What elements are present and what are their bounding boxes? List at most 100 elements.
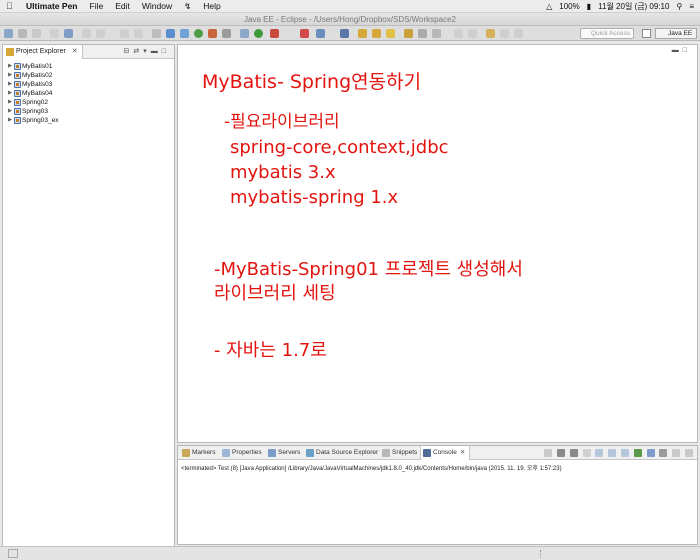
tab-snippets[interactable]: Snippets bbox=[380, 446, 417, 460]
explorer-view-controls: ⊟⇄▾▬□ bbox=[124, 45, 171, 59]
forward-icon[interactable] bbox=[134, 29, 143, 38]
redo-icon[interactable] bbox=[96, 29, 105, 38]
maximize-icon[interactable]: □ bbox=[162, 48, 170, 55]
expand-arrow-icon[interactable]: ▶ bbox=[8, 107, 12, 116]
wifi-icon[interactable]: △ bbox=[546, 2, 552, 11]
new-icon[interactable] bbox=[4, 29, 13, 38]
nav-forward-icon[interactable] bbox=[514, 29, 523, 38]
close-icon[interactable]: ✕ bbox=[460, 449, 465, 456]
project-item-mybatis01[interactable]: ▶ MyBatis01 bbox=[3, 62, 174, 71]
clock[interactable]: 11월 20일 (금) 09:10 bbox=[598, 1, 669, 12]
tab-console[interactable]: Console ✕ bbox=[420, 446, 471, 460]
battery-percent[interactable]: 100% bbox=[559, 2, 579, 11]
server-icon[interactable] bbox=[166, 29, 175, 38]
open-console-icon[interactable] bbox=[659, 449, 668, 457]
menu-file[interactable]: File bbox=[90, 1, 104, 11]
terminate-icon[interactable] bbox=[544, 449, 553, 457]
expand-arrow-icon[interactable]: ▶ bbox=[8, 62, 12, 71]
undo-icon[interactable] bbox=[82, 29, 91, 38]
run-icon[interactable] bbox=[194, 29, 203, 38]
package-icon[interactable] bbox=[240, 29, 249, 38]
collapse-all-icon[interactable]: ⊟ bbox=[124, 48, 134, 55]
editor-area[interactable]: ▬□ MyBatis- Spring연동하기 -필요라이브러리 spring-c… bbox=[177, 44, 698, 443]
remove-all-icon[interactable] bbox=[569, 449, 578, 457]
menu-edit[interactable]: Edit bbox=[115, 1, 130, 11]
tab-project-explorer[interactable]: Project Explorer ✕ bbox=[3, 45, 83, 59]
expand-arrow-icon[interactable]: ▶ bbox=[8, 89, 12, 98]
project-item-spring03[interactable]: ▶ Spring03 bbox=[3, 107, 174, 116]
show-on-output-icon[interactable] bbox=[620, 449, 629, 457]
tools-icon[interactable] bbox=[300, 29, 309, 38]
project-item-mybatis04[interactable]: ▶ MyBatis04 bbox=[3, 89, 174, 98]
print-icon[interactable] bbox=[50, 29, 59, 38]
battery-icon[interactable]: ▮ bbox=[587, 2, 591, 11]
task-icon[interactable] bbox=[404, 29, 413, 38]
view-menu-icon[interactable]: ▾ bbox=[143, 48, 151, 55]
link-editor-icon[interactable]: ⇄ bbox=[133, 48, 143, 55]
console-output[interactable]: <terminated> Test (8) [Java Application]… bbox=[178, 460, 697, 475]
scroll-lock-icon[interactable] bbox=[595, 449, 604, 457]
minimize-icon[interactable] bbox=[672, 449, 681, 457]
tab-data-source-explorer[interactable]: Data Source Explorer bbox=[304, 446, 378, 460]
tab-servers[interactable]: Servers bbox=[266, 446, 300, 460]
project-label: MyBatis02 bbox=[22, 72, 53, 79]
back-icon[interactable] bbox=[120, 29, 129, 38]
tab-properties[interactable]: Properties bbox=[220, 446, 262, 460]
maximize-icon[interactable]: □ bbox=[683, 47, 691, 54]
pin-icon[interactable] bbox=[432, 29, 441, 38]
maximize-icon[interactable] bbox=[685, 449, 693, 457]
expand-arrow-icon[interactable]: ▶ bbox=[8, 116, 12, 125]
expand-arrow-icon[interactable]: ▶ bbox=[8, 80, 12, 89]
project-item-spring03-ex[interactable]: ▶ Spring03_ex bbox=[3, 116, 174, 125]
project-item-spring02[interactable]: ▶ Spring02 bbox=[3, 98, 174, 107]
app-menu[interactable]: Ultimate Pen bbox=[26, 1, 78, 11]
db-icon[interactable] bbox=[180, 29, 189, 38]
lightning-icon[interactable]: ↯ bbox=[184, 1, 191, 12]
last-edit-icon[interactable] bbox=[486, 29, 495, 38]
console-panel: Markers Properties Servers Data Source E… bbox=[177, 445, 698, 545]
nav-back-icon[interactable] bbox=[500, 29, 509, 38]
minimize-icon[interactable]: ▬ bbox=[151, 48, 162, 55]
project-item-mybatis02[interactable]: ▶ MyBatis02 bbox=[3, 71, 174, 80]
menu-help[interactable]: Help bbox=[203, 1, 220, 11]
minimize-icon[interactable]: ▬ bbox=[672, 47, 683, 54]
project-item-mybatis03[interactable]: ▶ MyBatis03 bbox=[3, 80, 174, 89]
fast-view-icon[interactable] bbox=[8, 549, 18, 558]
status-bar bbox=[0, 546, 700, 560]
expand-arrow-icon[interactable]: ▶ bbox=[8, 98, 12, 107]
next-annotation-icon[interactable] bbox=[454, 29, 463, 38]
list-icon[interactable]: ≡ bbox=[689, 2, 694, 11]
run-as-icon[interactable] bbox=[254, 29, 263, 38]
display-console-icon[interactable] bbox=[646, 449, 655, 457]
debug-icon[interactable] bbox=[208, 29, 217, 38]
prev-annotation-icon[interactable] bbox=[468, 29, 477, 38]
perspective-java-ee[interactable]: Java EE bbox=[655, 28, 697, 39]
remove-launch-icon[interactable] bbox=[556, 449, 565, 457]
quick-access-input[interactable]: Quick Access bbox=[580, 28, 634, 39]
open-type-icon[interactable] bbox=[372, 29, 381, 38]
tab-markers[interactable]: Markers bbox=[180, 446, 215, 460]
project-label: Spring02 bbox=[22, 99, 49, 106]
apple-icon[interactable]:  bbox=[6, 1, 16, 11]
bottom-tabbar: Markers Properties Servers Data Source E… bbox=[178, 446, 697, 460]
save-icon[interactable] bbox=[18, 29, 27, 38]
close-icon[interactable]: ✕ bbox=[72, 48, 78, 55]
expand-arrow-icon[interactable]: ▶ bbox=[8, 71, 12, 80]
globe-icon[interactable] bbox=[340, 29, 349, 38]
annotation-icon[interactable] bbox=[418, 29, 427, 38]
refresh-icon[interactable] bbox=[152, 29, 161, 38]
save-all-icon[interactable] bbox=[32, 29, 41, 38]
search-tool-icon[interactable] bbox=[386, 29, 395, 38]
menu-window[interactable]: Window bbox=[142, 1, 172, 11]
word-wrap-icon[interactable] bbox=[608, 449, 617, 457]
folder-icon[interactable] bbox=[358, 29, 367, 38]
stop-icon[interactable] bbox=[270, 29, 279, 38]
pin-console-icon[interactable] bbox=[633, 449, 642, 457]
cut-icon[interactable] bbox=[64, 29, 73, 38]
open-perspective-icon[interactable] bbox=[642, 29, 651, 38]
class-icon[interactable] bbox=[316, 29, 325, 38]
clear-console-icon[interactable] bbox=[582, 449, 591, 457]
note-project-line2: 라이브러리 세팅 bbox=[214, 283, 336, 304]
search-icon[interactable]: ⚲ bbox=[676, 2, 682, 11]
settings-icon[interactable] bbox=[222, 29, 231, 38]
